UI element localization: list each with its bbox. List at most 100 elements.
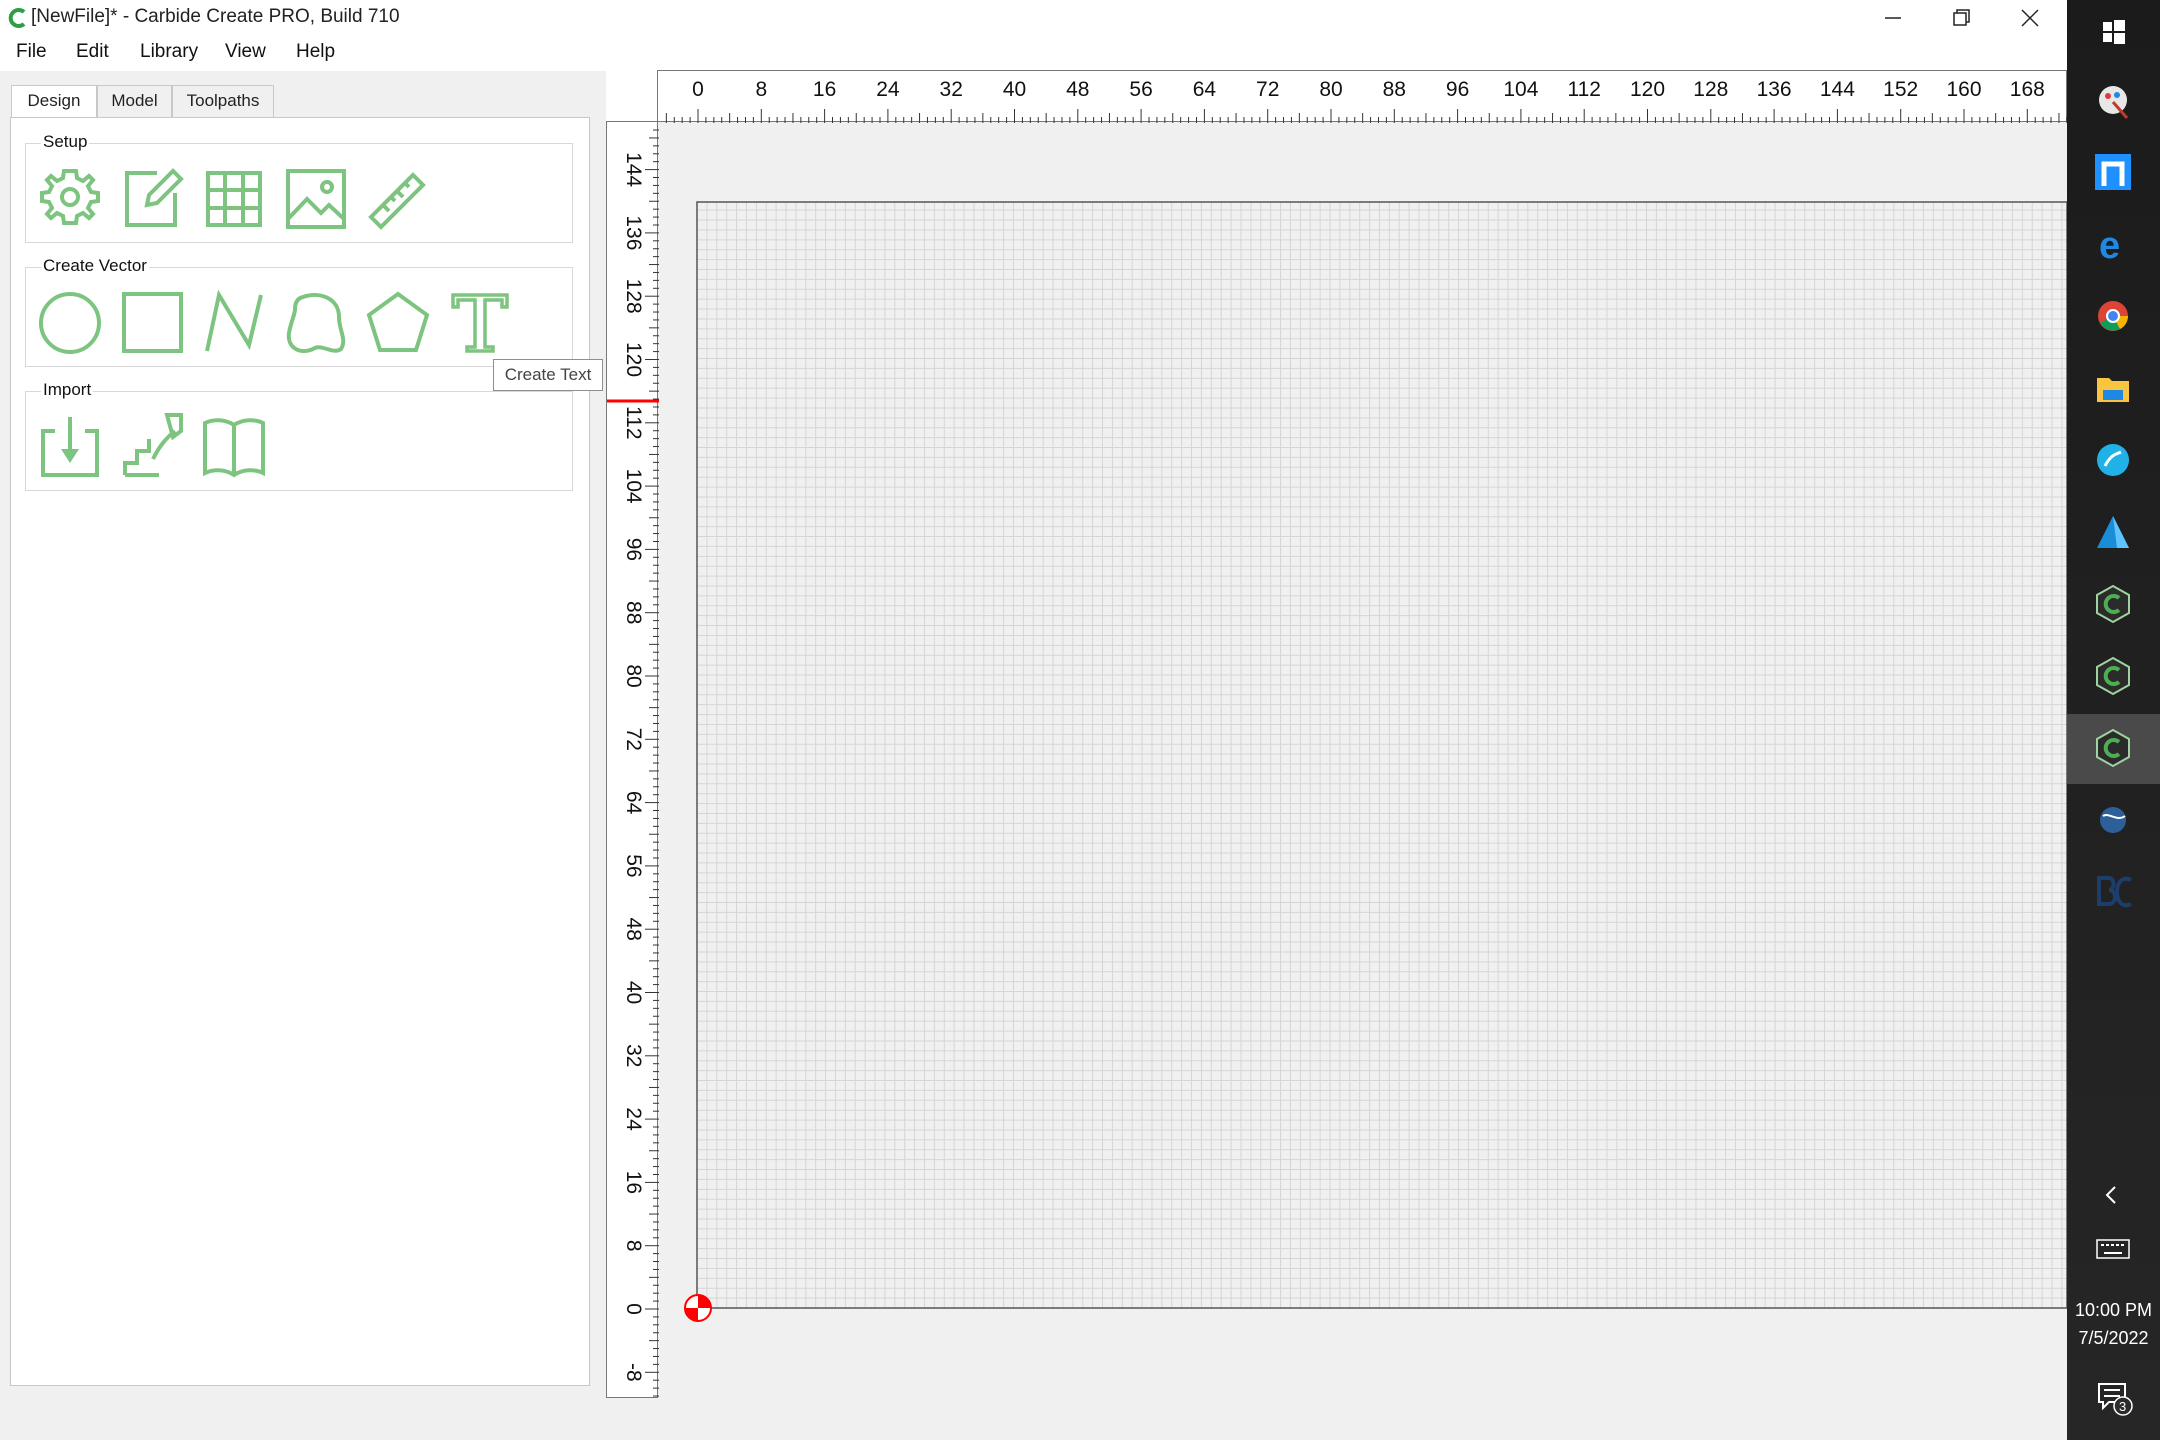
text-icon <box>451 293 509 353</box>
ruler-y-label: 128 <box>622 279 645 314</box>
create-rectangle-button[interactable] <box>117 287 187 357</box>
windows-start-icon[interactable] <box>2087 6 2139 58</box>
ruler-y-label: 80 <box>622 664 645 687</box>
tab-model[interactable]: Model <box>97 85 172 117</box>
rectangle-icon <box>122 292 183 353</box>
grid-icon <box>206 171 262 227</box>
carbide-create-taskbar-icon-2[interactable] <box>2087 650 2139 702</box>
bc-app-icon[interactable] <box>2087 866 2139 918</box>
stairs-import-icon <box>123 413 183 477</box>
design-panel: Setup Create Vector Import <box>10 117 590 1386</box>
tab-design[interactable]: Design <box>11 85 97 119</box>
create-text-button[interactable] <box>445 287 515 357</box>
ruler-corner <box>606 70 658 122</box>
file-explorer-icon[interactable] <box>2087 362 2139 414</box>
background-image-button[interactable] <box>281 163 351 233</box>
ruler-x-label: 144 <box>1820 78 1855 101</box>
ruler-x-label: 152 <box>1883 78 1918 101</box>
ruler-x-label: 8 <box>755 78 767 101</box>
ruler-y-label: 88 <box>622 601 645 624</box>
import-group <box>25 391 573 491</box>
notification-center-icon[interactable]: 3 <box>2095 1378 2135 1418</box>
ruler-y-label: 136 <box>622 215 645 250</box>
notification-count: 3 <box>2119 1399 2126 1414</box>
canvas-grid[interactable] <box>607 71 2068 1399</box>
horizontal-ruler: 0 8 16 24 32 40 48 56 64 72 80 88 96 104 112 120 128 136 1… <box>606 70 2068 123</box>
ruler-x-label: 168 <box>2010 78 2045 101</box>
ruler-y-label: 104 <box>622 469 645 504</box>
menu-edit[interactable]: Edit <box>76 41 109 63</box>
close-icon <box>2021 9 2039 27</box>
ruler-x-label: 96 <box>1446 78 1469 101</box>
windows-taskbar: e 10:00 PM 7/5/2022 3 <box>2067 0 2160 1440</box>
chevron-left-icon[interactable] <box>2097 1180 2127 1210</box>
import-icon <box>41 417 99 477</box>
affinity-designer-icon[interactable] <box>2087 506 2139 558</box>
ruler-y-label: 40 <box>622 981 645 1004</box>
ruler-x-label: 56 <box>1129 78 1152 101</box>
ruler-x-label: 48 <box>1066 78 1089 101</box>
svg-text:e: e <box>2099 225 2120 267</box>
ruler-y-label: 0 <box>622 1303 645 1315</box>
ruler-x-label: 120 <box>1630 78 1665 101</box>
keyboard-icon[interactable] <box>2095 1236 2131 1262</box>
restore-button[interactable] <box>1930 2 1990 34</box>
nvidia-app-icon[interactable] <box>2087 146 2139 198</box>
clock-date[interactable]: 7/5/2022 <box>2067 1328 2160 1349</box>
menu-view[interactable]: View <box>225 41 266 63</box>
ruler-y-label: 112 <box>622 406 645 439</box>
polyline-icon <box>205 289 263 352</box>
edit-tool-button[interactable] <box>117 163 187 233</box>
measure-tool-button[interactable] <box>363 163 433 233</box>
clock-time[interactable]: 10:00 PM <box>2067 1300 2160 1321</box>
import-stl-button[interactable] <box>117 411 187 481</box>
ruler-y-label: 64 <box>622 791 645 815</box>
ruler-x-label: 160 <box>1946 78 1981 101</box>
ruler-y-label: 48 <box>622 918 645 941</box>
import-vector-button[interactable] <box>35 411 105 481</box>
paint-app-icon[interactable] <box>2087 74 2139 126</box>
library-button[interactable] <box>199 411 269 481</box>
gear-icon <box>40 169 100 225</box>
globe-app-icon[interactable] <box>2087 794 2139 846</box>
menu-file[interactable]: File <box>16 41 47 63</box>
grid-setup-button[interactable] <box>199 163 269 233</box>
carbide-create-app-icon <box>8 8 26 28</box>
import-group-label: Import <box>41 380 94 400</box>
close-button[interactable] <box>2000 2 2060 34</box>
carbide-create-taskbar-icon-active[interactable] <box>2087 722 2139 774</box>
menu-help[interactable]: Help <box>296 41 335 63</box>
tab-toolpaths[interactable]: Toolpaths <box>172 85 274 117</box>
ruler-x-label: 32 <box>940 78 963 101</box>
carbide-create-taskbar-icon-1[interactable] <box>2087 578 2139 630</box>
create-polygon-button[interactable] <box>363 287 433 357</box>
ruler-x-label: 136 <box>1757 78 1792 101</box>
ruler-y-label: 144 <box>622 152 645 187</box>
ruler-y-label: 24 <box>622 1107 645 1131</box>
design-canvas[interactable] <box>607 71 2068 1399</box>
create-text-tooltip: Create Text <box>493 359 603 391</box>
create-circle-button[interactable] <box>35 287 105 357</box>
restore-icon <box>1953 9 1970 26</box>
edge-browser-icon[interactable]: e <box>2087 218 2139 270</box>
edit-icon <box>125 168 184 227</box>
ruler-y-label: 72 <box>622 728 645 751</box>
ruler-x-label: 104 <box>1503 78 1538 101</box>
ruler-y-label: 120 <box>622 342 645 377</box>
create-curve-button[interactable] <box>281 287 351 357</box>
chrome-browser-icon[interactable] <box>2087 290 2139 342</box>
window-title: [NewFile]* - Carbide Create PRO, Build 7… <box>31 6 400 27</box>
minimize-button[interactable] <box>1862 2 1922 34</box>
menu-library[interactable]: Library <box>140 41 198 63</box>
create-polyline-button[interactable] <box>199 287 269 357</box>
pentagon-icon <box>366 291 430 352</box>
create-vector-group-label: Create Vector <box>41 256 149 276</box>
ruler-x-label: 112 <box>1567 78 1600 101</box>
menu-bar: File Edit Library View Help <box>0 37 2067 71</box>
ruler-y-label: 96 <box>622 538 645 561</box>
job-setup-button[interactable] <box>35 163 105 233</box>
fusion-app-icon[interactable] <box>2087 434 2139 486</box>
ruler-x-label: 40 <box>1003 78 1026 101</box>
ruler-x-label: 128 <box>1693 78 1728 101</box>
ruler-y-label: 32 <box>622 1044 645 1067</box>
